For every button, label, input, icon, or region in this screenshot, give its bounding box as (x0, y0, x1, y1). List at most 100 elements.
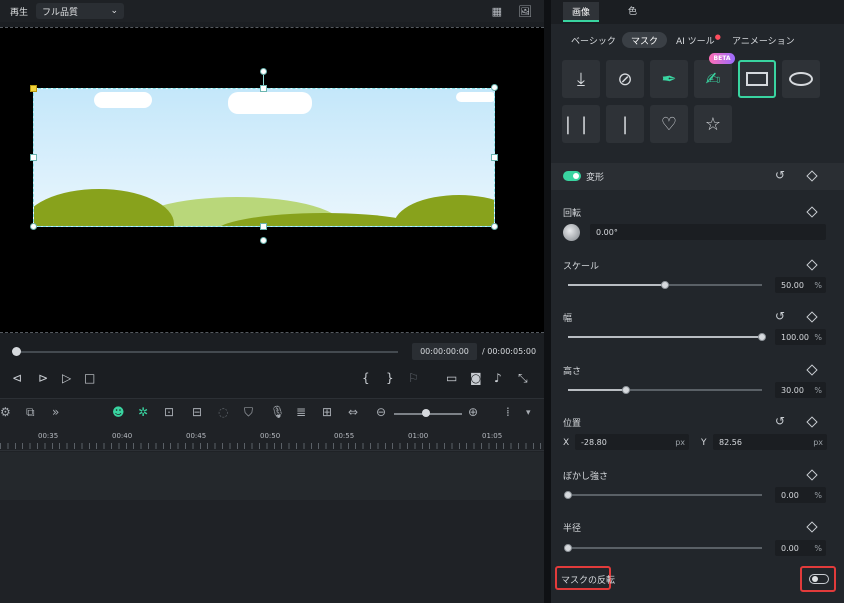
slider-thumb[interactable] (758, 333, 766, 341)
corner-handle[interactable] (30, 223, 37, 230)
height-input[interactable]: 30.00% (775, 382, 826, 398)
width-slider[interactable] (568, 333, 766, 341)
mixer-icon[interactable]: ⚙ (0, 405, 11, 419)
progress-track[interactable] (16, 351, 398, 353)
mask-star-icon[interactable]: ☆ (694, 105, 732, 143)
mask-pen-icon[interactable]: ✒ (650, 60, 688, 98)
slider-thumb[interactable] (622, 386, 631, 394)
position-y-input[interactable]: 82.56 px (713, 434, 827, 450)
audio-sync-icon[interactable]: ⊡ (164, 405, 174, 419)
keyframe-diamond-icon[interactable] (806, 364, 818, 376)
width-unit: % (814, 332, 822, 342)
reset-icon[interactable]: ↺ (775, 309, 785, 323)
timeline-panel: ⚙ ⧉ » ☻ ✲ ⊡ ⊟ ◌ ⛉ 🎙 ≣ ⊞ ⇔ ⊖ ⊕ ⁞ ▾ 00:35 … (0, 398, 544, 603)
snapshot-image-icon[interactable]: 🖼 (518, 5, 532, 18)
slider-thumb[interactable] (564, 544, 572, 552)
marker-icon[interactable]: ⚐ (408, 371, 419, 385)
chevron-down-icon[interactable]: ▾ (526, 408, 531, 418)
play-pause-step-icon[interactable]: ⊳ (38, 371, 48, 385)
timeline-ruler[interactable]: 00:35 00:40 00:45 00:50 00:55 01:00 01:0… (0, 429, 544, 451)
reset-icon[interactable]: ↺ (775, 168, 785, 182)
speed-icon[interactable]: ◌ (218, 405, 228, 419)
height-slider[interactable] (568, 386, 762, 394)
corner-handle[interactable] (30, 85, 37, 92)
camera-icon[interactable]: ◙ (470, 371, 482, 385)
mask-single-line-icon[interactable]: | (606, 105, 644, 143)
mask-brush-icon[interactable]: ✍ (694, 60, 732, 98)
group-icon[interactable]: ⧉ (26, 405, 35, 420)
playhead-knob[interactable] (12, 347, 21, 356)
previous-frame-icon[interactable]: ⊲ (12, 371, 22, 385)
replace-icon[interactable]: ⇔ (348, 405, 358, 419)
preview-canvas[interactable] (0, 27, 544, 333)
shield-icon[interactable]: ⛉ (244, 405, 253, 420)
keyframe-icon[interactable]: ⊟ (192, 405, 202, 419)
keyframe-diamond-icon[interactable] (806, 170, 818, 182)
width-input[interactable]: 100.00% (775, 329, 826, 345)
edge-handle-right[interactable] (491, 154, 498, 161)
layout-grid-icon[interactable]: ⁞ (506, 405, 510, 419)
rotation-input[interactable]: 0.00° (590, 224, 826, 240)
microphone-icon[interactable]: 🎙 (270, 405, 285, 419)
mask-double-line-icon[interactable]: || (562, 105, 600, 143)
zoom-in-icon[interactable]: ⊕ (468, 405, 478, 419)
blur-input[interactable]: 0.00% (775, 487, 826, 503)
stop-icon[interactable]: □ (84, 371, 95, 385)
keyframe-diamond-icon[interactable] (806, 259, 818, 271)
quality-dropdown[interactable]: フル品質 ⌄ (36, 3, 125, 19)
mark-in-icon[interactable]: { (362, 371, 370, 385)
edge-handle-bottom[interactable] (260, 223, 267, 230)
subtitle-icon[interactable]: ≣ (296, 405, 306, 419)
tab-animation[interactable]: アニメーション (732, 32, 795, 48)
slider-thumb[interactable] (564, 491, 572, 499)
mask-rectangle-icon[interactable] (738, 60, 776, 98)
scale-slider[interactable] (568, 281, 762, 289)
play-icon[interactable]: ▷ (62, 371, 71, 385)
tab-mask[interactable]: マスク (622, 32, 668, 48)
keyframe-diamond-icon[interactable] (806, 469, 818, 481)
corner-handle[interactable] (491, 223, 498, 230)
mark-out-icon[interactable]: } (386, 371, 394, 385)
zoom-out-icon[interactable]: ⊖ (376, 405, 386, 419)
snap-icon[interactable]: ✲ (138, 405, 148, 419)
grid-view-icon[interactable]: ▦ (492, 5, 502, 18)
media-link-icon[interactable]: ⊞ (322, 405, 332, 419)
display-icon[interactable]: ▭ (446, 371, 457, 385)
tab-ai-tools[interactable]: AI ツール ● (676, 32, 721, 48)
rotation-handle[interactable] (260, 68, 267, 75)
timeline-track[interactable] (0, 452, 544, 500)
corner-handle[interactable] (491, 84, 498, 91)
edge-handle-left[interactable] (30, 154, 37, 161)
rotation-dial[interactable] (563, 224, 580, 241)
scale-label: スケール (563, 262, 600, 272)
slider-thumb[interactable] (661, 281, 669, 289)
radius-slider[interactable] (564, 544, 762, 552)
keyframe-diamond-icon[interactable] (806, 416, 818, 428)
keyframe-diamond-icon[interactable] (806, 206, 818, 218)
zoom-slider-thumb[interactable] (422, 409, 430, 417)
fullscreen-icon[interactable]: ⤡ (518, 371, 528, 386)
invert-mask-toggle[interactable] (809, 574, 829, 584)
reset-icon[interactable]: ↺ (775, 414, 785, 428)
mask-ellipse-icon[interactable] (782, 60, 820, 98)
keyframe-diamond-icon[interactable] (806, 311, 818, 323)
transform-toggle[interactable] (563, 171, 581, 181)
radius-input[interactable]: 0.00% (775, 540, 826, 556)
tab-basic[interactable]: ベーシック (571, 32, 616, 48)
mask-import-icon[interactable]: ⤓ (562, 60, 600, 98)
position-x-input[interactable]: -28.80 px (575, 434, 689, 450)
mask-none-icon[interactable]: ⊘ (606, 60, 644, 98)
volume-icon[interactable]: ♪ (494, 371, 502, 385)
keyframe-diamond-icon[interactable] (806, 521, 818, 533)
mask-feather-handle[interactable] (260, 237, 267, 244)
edge-handle-top[interactable] (260, 85, 267, 92)
blur-slider[interactable] (564, 491, 762, 499)
tab-color[interactable]: 色 (628, 4, 637, 17)
ai-face-icon[interactable]: ☻ (112, 405, 125, 419)
scale-input[interactable]: 50.00% (775, 277, 826, 293)
tab-image[interactable]: 画像 (563, 2, 599, 22)
mask-heart-icon[interactable]: ♡ (650, 105, 688, 143)
current-timecode[interactable]: 00:00:00:00 (412, 343, 477, 360)
transform-section-header: 変形 ↺ (551, 163, 844, 190)
expand-more-icon[interactable]: » (52, 405, 59, 419)
